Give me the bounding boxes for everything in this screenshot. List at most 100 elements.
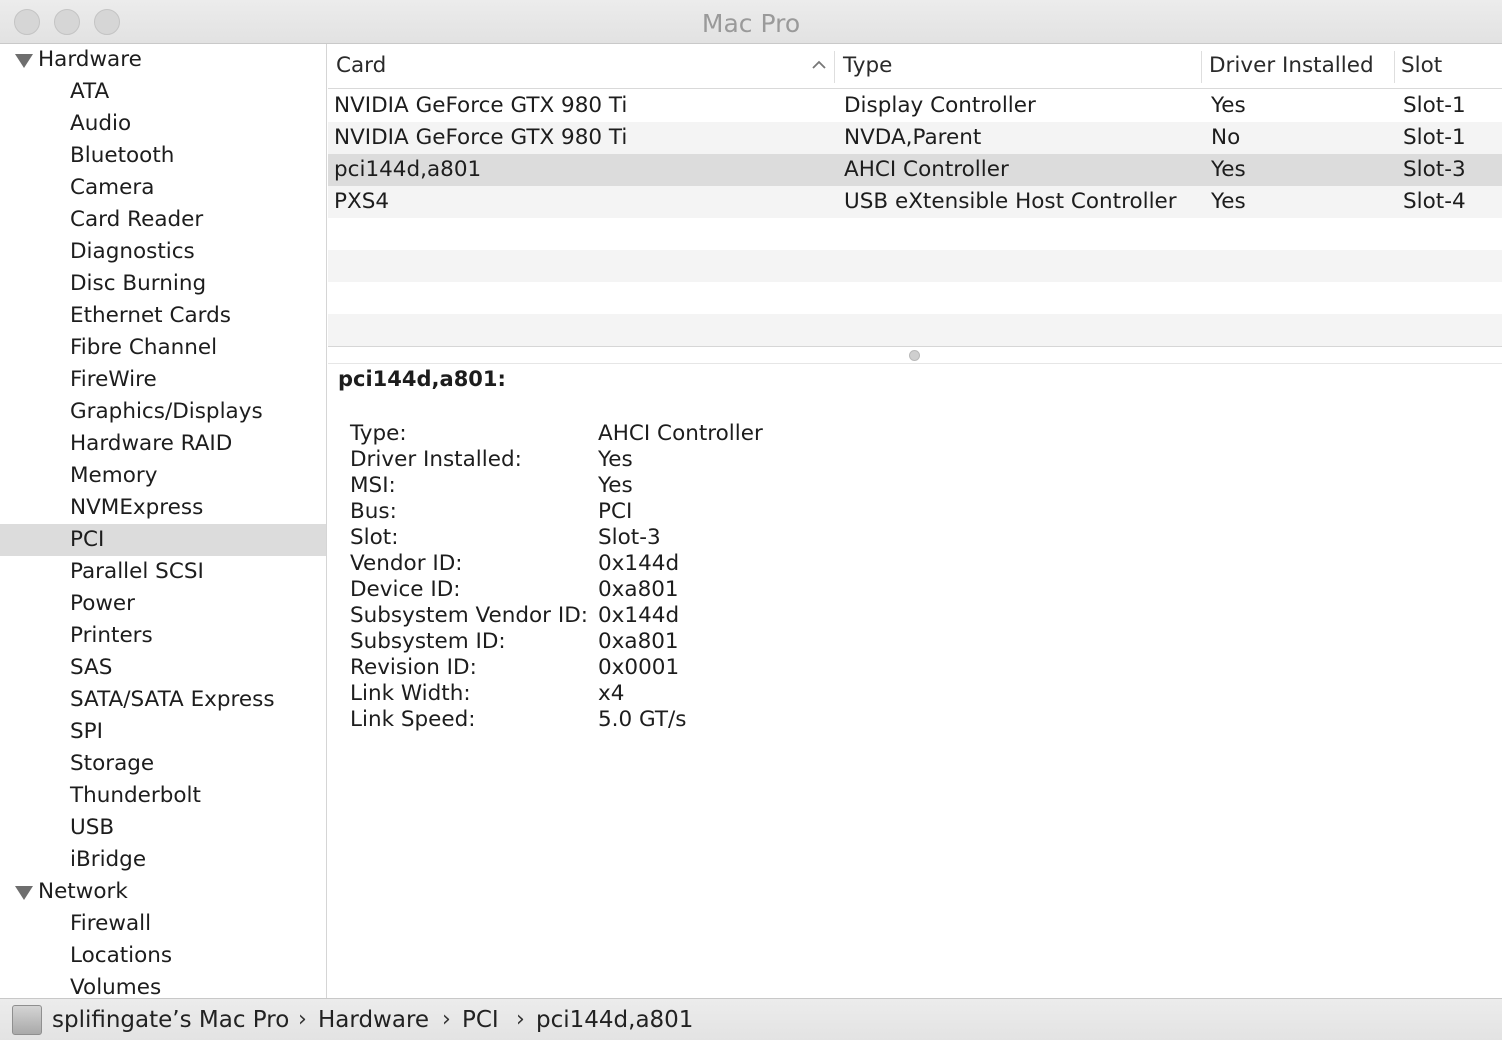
sidebar-item-thunderbolt[interactable]: Thunderbolt	[0, 780, 326, 812]
chevron-right-icon: ›	[298, 1007, 307, 1032]
sidebar-item-label: iBridge	[70, 847, 147, 872]
sidebar-item-label: SAS	[70, 655, 113, 680]
sidebar-item-nvmexpress[interactable]: NVMExpress	[0, 492, 326, 524]
sidebar-item-label: SATA/SATA Express	[70, 687, 275, 712]
cell-card: NVIDIA GeForce GTX 980 Ti	[334, 125, 628, 150]
sidebar-item-power[interactable]: Power	[0, 588, 326, 620]
property-row-subsystem-vendor-id: Subsystem Vendor ID: 0x144d	[350, 603, 950, 629]
sidebar-item-label: Ethernet Cards	[70, 303, 231, 328]
sidebar-item-label: Firewall	[70, 911, 152, 936]
table-row[interactable]: NVIDIA GeForce GTX 980 Ti Display Control…	[328, 90, 1502, 122]
device-table: NVIDIA GeForce GTX 980 Ti Display Control…	[328, 90, 1502, 348]
property-label: Type:	[350, 421, 407, 446]
sidebar-item-firewire[interactable]: FireWire	[0, 364, 326, 396]
sidebar-item-memory[interactable]: Memory	[0, 460, 326, 492]
property-row-vendor-id: Vendor ID: 0x144d	[350, 551, 950, 577]
property-value: 5.0 GT/s	[598, 707, 687, 732]
table-row[interactable]: PXS4 USB eXtensible Host Controller Yes Slo…	[328, 186, 1502, 218]
sidebar-item-parallel-scsi[interactable]: Parallel SCSI	[0, 556, 326, 588]
sidebar-item-printers[interactable]: Printers	[0, 620, 326, 652]
computer-icon	[12, 1005, 42, 1035]
sidebar-item-bluetooth[interactable]: Bluetooth	[0, 140, 326, 172]
sidebar-group-hardware[interactable]: Hardware	[0, 44, 326, 76]
table-header: Card Type Driver Installed Slot	[328, 44, 1502, 89]
sidebar-item-label: SPI	[70, 719, 103, 744]
sidebar-item-fibre-channel[interactable]: Fibre Channel	[0, 332, 326, 364]
sidebar-item-label: Locations	[70, 943, 173, 968]
sidebar-item-firewall[interactable]: Firewall	[0, 908, 326, 940]
sidebar-item-audio[interactable]: Audio	[0, 108, 326, 140]
path-crumb-splifingate-s-mac-pro[interactable]: splifingate’s Mac Pro	[52, 999, 289, 1040]
property-label: Link Width:	[350, 681, 471, 706]
sidebar-item-label: Audio	[70, 111, 132, 136]
column-header-card[interactable]: Card	[328, 44, 386, 89]
property-value: 0x144d	[598, 551, 680, 576]
sidebar-item-volumes[interactable]: Volumes	[0, 972, 326, 998]
empty-table-row	[328, 282, 1502, 314]
sidebar-item-usb[interactable]: USB	[0, 812, 326, 844]
column-header-type[interactable]: Type	[835, 44, 892, 89]
sidebar-item-disc-burning[interactable]: Disc Burning	[0, 268, 326, 300]
cell-slot: Slot-1	[1403, 125, 1466, 150]
property-value: AHCI Controller	[598, 421, 763, 446]
property-label: Slot:	[350, 525, 399, 550]
sidebar-item-label: PCI	[70, 527, 105, 552]
cell-card: NVIDIA GeForce GTX 980 Ti	[334, 93, 628, 118]
window-title: Mac Pro	[701, 9, 801, 38]
sidebar-item-pci[interactable]: PCI	[0, 524, 326, 556]
property-row-type: Type: AHCI Controller	[350, 421, 950, 447]
sidebar-item-graphics-displays[interactable]: Graphics/Displays	[0, 396, 326, 428]
path-crumb-pci[interactable]: PCI	[462, 999, 499, 1040]
sidebar-item-label: Memory	[70, 463, 158, 488]
sidebar-item-sata-sata-express[interactable]: SATA/SATA Express	[0, 684, 326, 716]
sidebar-item-label: Graphics/Displays	[70, 399, 263, 424]
cell-type: NVDA,Parent	[844, 125, 982, 150]
property-row-driver-installed: Driver Installed: Yes	[350, 447, 950, 473]
property-value: Slot-3	[598, 525, 661, 550]
property-value: Yes	[598, 473, 633, 498]
sidebar-item-spi[interactable]: SPI	[0, 716, 326, 748]
cell-driver-installed: Yes	[1211, 157, 1246, 182]
property-label: Vendor ID:	[350, 551, 463, 576]
disclosure-triangle-icon[interactable]	[15, 54, 33, 68]
sidebar-item-card-reader[interactable]: Card Reader	[0, 204, 326, 236]
sidebar-item-label: Printers	[70, 623, 153, 648]
sidebar-item-locations[interactable]: Locations	[0, 940, 326, 972]
path-crumb-pci144d-a801[interactable]: pci144d,a801	[536, 999, 693, 1040]
property-label: Revision ID:	[350, 655, 477, 680]
property-value: Yes	[598, 447, 633, 472]
property-label: Device ID:	[350, 577, 461, 602]
property-label: Link Speed:	[350, 707, 476, 732]
sidebar-item-label: Camera	[70, 175, 155, 200]
property-label: Subsystem ID:	[350, 629, 506, 654]
sidebar-item-hardware-raid[interactable]: Hardware RAID	[0, 428, 326, 460]
sidebar-item-label: Fibre Channel	[70, 335, 218, 360]
sidebar-item-sas[interactable]: SAS	[0, 652, 326, 684]
disclosure-triangle-icon[interactable]	[15, 886, 33, 900]
sidebar-item-label: Diagnostics	[70, 239, 195, 264]
sidebar-group-network[interactable]: Network	[0, 876, 326, 908]
sidebar-item-diagnostics[interactable]: Diagnostics	[0, 236, 326, 268]
table-row[interactable]: NVIDIA GeForce GTX 980 Ti NVDA,Parent No Sl…	[328, 122, 1502, 154]
property-value: 0x0001	[598, 655, 680, 680]
property-row-link-width: Link Width: x4	[350, 681, 950, 707]
sidebar-item-ethernet-cards[interactable]: Ethernet Cards	[0, 300, 326, 332]
cell-driver-installed: Yes	[1211, 93, 1246, 118]
pane-splitter[interactable]	[328, 346, 1502, 364]
sidebar-item-storage[interactable]: Storage	[0, 748, 326, 780]
sidebar-item-label: Hardware RAID	[70, 431, 233, 456]
column-header-slot[interactable]: Slot	[1393, 44, 1442, 89]
table-row[interactable]: pci144d,a801 AHCI Controller Yes Slot-3	[328, 154, 1502, 186]
sidebar-item-label: USB	[70, 815, 115, 840]
property-value: 0x144d	[598, 603, 680, 628]
cell-type: Display Controller	[844, 93, 1036, 118]
path-crumb-hardware[interactable]: Hardware	[318, 999, 429, 1040]
column-header-driver-installed[interactable]: Driver Installed	[1201, 44, 1374, 89]
sort-ascending-icon[interactable]	[812, 58, 826, 72]
sidebar-item-camera[interactable]: Camera	[0, 172, 326, 204]
property-row-bus: Bus: PCI	[350, 499, 950, 525]
detail-pane: pci144d,a801: Type: AHCI Controller Driver…	[328, 365, 1502, 998]
splitter-handle-icon[interactable]	[909, 350, 920, 361]
sidebar-item-ata[interactable]: ATA	[0, 76, 326, 108]
sidebar-item-ibridge[interactable]: iBridge	[0, 844, 326, 876]
